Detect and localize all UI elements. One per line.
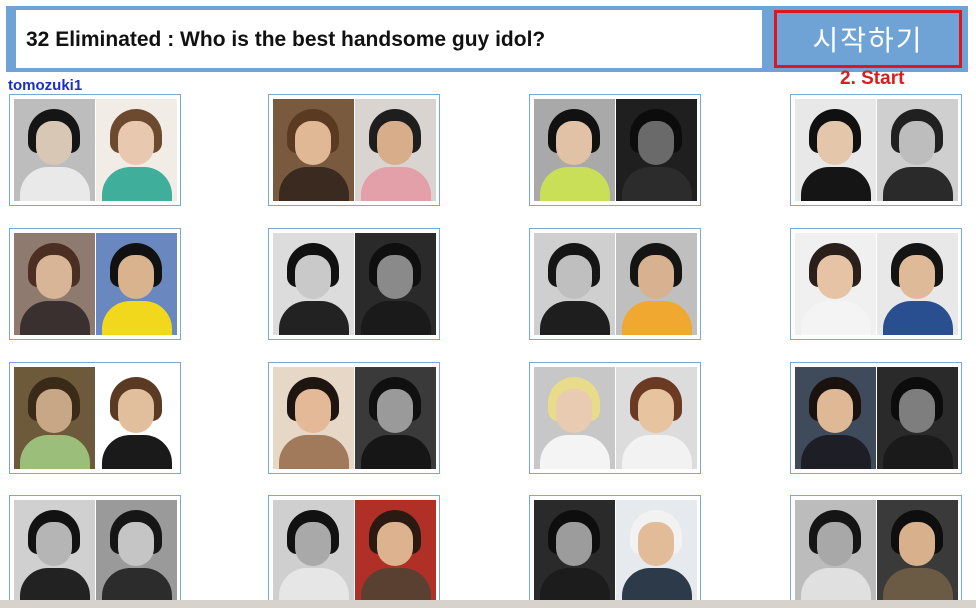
photo-face [36,255,72,299]
photo-face [899,522,935,566]
photo-face [377,522,413,566]
candidate-card[interactable] [268,495,440,607]
candidate-card[interactable] [268,228,440,340]
photo-face [118,121,154,165]
idol-photo[interactable] [355,99,436,201]
idol-photo[interactable] [616,99,697,201]
idol-photo[interactable] [795,99,876,201]
idol-photo[interactable] [534,99,615,201]
idol-photo[interactable] [355,367,436,469]
photo-face [638,121,674,165]
candidate-card[interactable] [9,495,181,607]
candidate-card[interactable] [268,362,440,474]
title-box: 32 Eliminated : Who is the best handsome… [16,10,762,68]
photo-face [36,121,72,165]
photo-face [556,522,592,566]
photo-face [899,389,935,433]
photo-face [377,389,413,433]
page-title: 32 Eliminated : Who is the best handsome… [26,28,546,51]
idol-photo[interactable] [534,233,615,335]
idol-photo[interactable] [273,233,354,335]
idol-photo[interactable] [877,99,958,201]
idol-photo[interactable] [795,233,876,335]
photo-face [377,255,413,299]
candidate-card[interactable] [790,228,962,340]
idol-photo[interactable] [877,367,958,469]
start-button[interactable]: 시작하기 [781,17,955,61]
bottom-scroll-edge [0,600,976,608]
idol-photo[interactable] [14,367,95,469]
photo-face [556,255,592,299]
candidate-card[interactable] [790,94,962,206]
start-step-annotation: 2. Start [840,68,905,89]
candidate-card[interactable] [9,362,181,474]
idol-photo[interactable] [96,367,177,469]
idol-photo[interactable] [616,367,697,469]
candidate-card[interactable] [790,362,962,474]
idol-photo[interactable] [877,500,958,602]
start-button-highlight: 시작하기 [774,10,962,68]
candidate-card[interactable] [529,94,701,206]
photo-face [377,121,413,165]
photo-face [638,255,674,299]
idol-photo[interactable] [14,233,95,335]
idol-photo[interactable] [273,500,354,602]
candidate-card[interactable] [9,94,181,206]
photo-face [817,522,853,566]
photo-face [118,522,154,566]
idol-photo[interactable] [96,233,177,335]
candidate-card[interactable] [529,228,701,340]
photo-face [118,389,154,433]
photo-face [36,522,72,566]
photo-face [295,121,331,165]
photo-face [817,389,853,433]
candidate-card[interactable] [9,228,181,340]
idol-photo[interactable] [795,500,876,602]
idol-photo[interactable] [355,233,436,335]
candidate-card[interactable] [268,94,440,206]
idol-photo[interactable] [534,500,615,602]
photo-face [118,255,154,299]
candidate-card[interactable] [529,495,701,607]
photo-face [817,255,853,299]
photo-face [899,255,935,299]
photo-face [817,121,853,165]
photo-face [556,121,592,165]
idol-photo[interactable] [616,500,697,602]
photo-face [36,389,72,433]
idol-photo[interactable] [96,99,177,201]
photo-face [899,121,935,165]
photo-face [295,522,331,566]
photo-face [556,389,592,433]
photo-face [638,522,674,566]
header-bar: 32 Eliminated : Who is the best handsome… [6,6,968,72]
idol-photo[interactable] [355,500,436,602]
idol-photo[interactable] [14,500,95,602]
photo-face [638,389,674,433]
idol-photo[interactable] [534,367,615,469]
idol-photo[interactable] [273,99,354,201]
idol-photo[interactable] [14,99,95,201]
idol-photo[interactable] [273,367,354,469]
photo-face [295,255,331,299]
candidate-card[interactable] [790,495,962,607]
username-link[interactable]: tomozuki1 [8,77,82,94]
idol-photo[interactable] [96,500,177,602]
idol-photo[interactable] [795,367,876,469]
candidate-card[interactable] [529,362,701,474]
photo-face [295,389,331,433]
idol-photo[interactable] [877,233,958,335]
idol-photo[interactable] [616,233,697,335]
